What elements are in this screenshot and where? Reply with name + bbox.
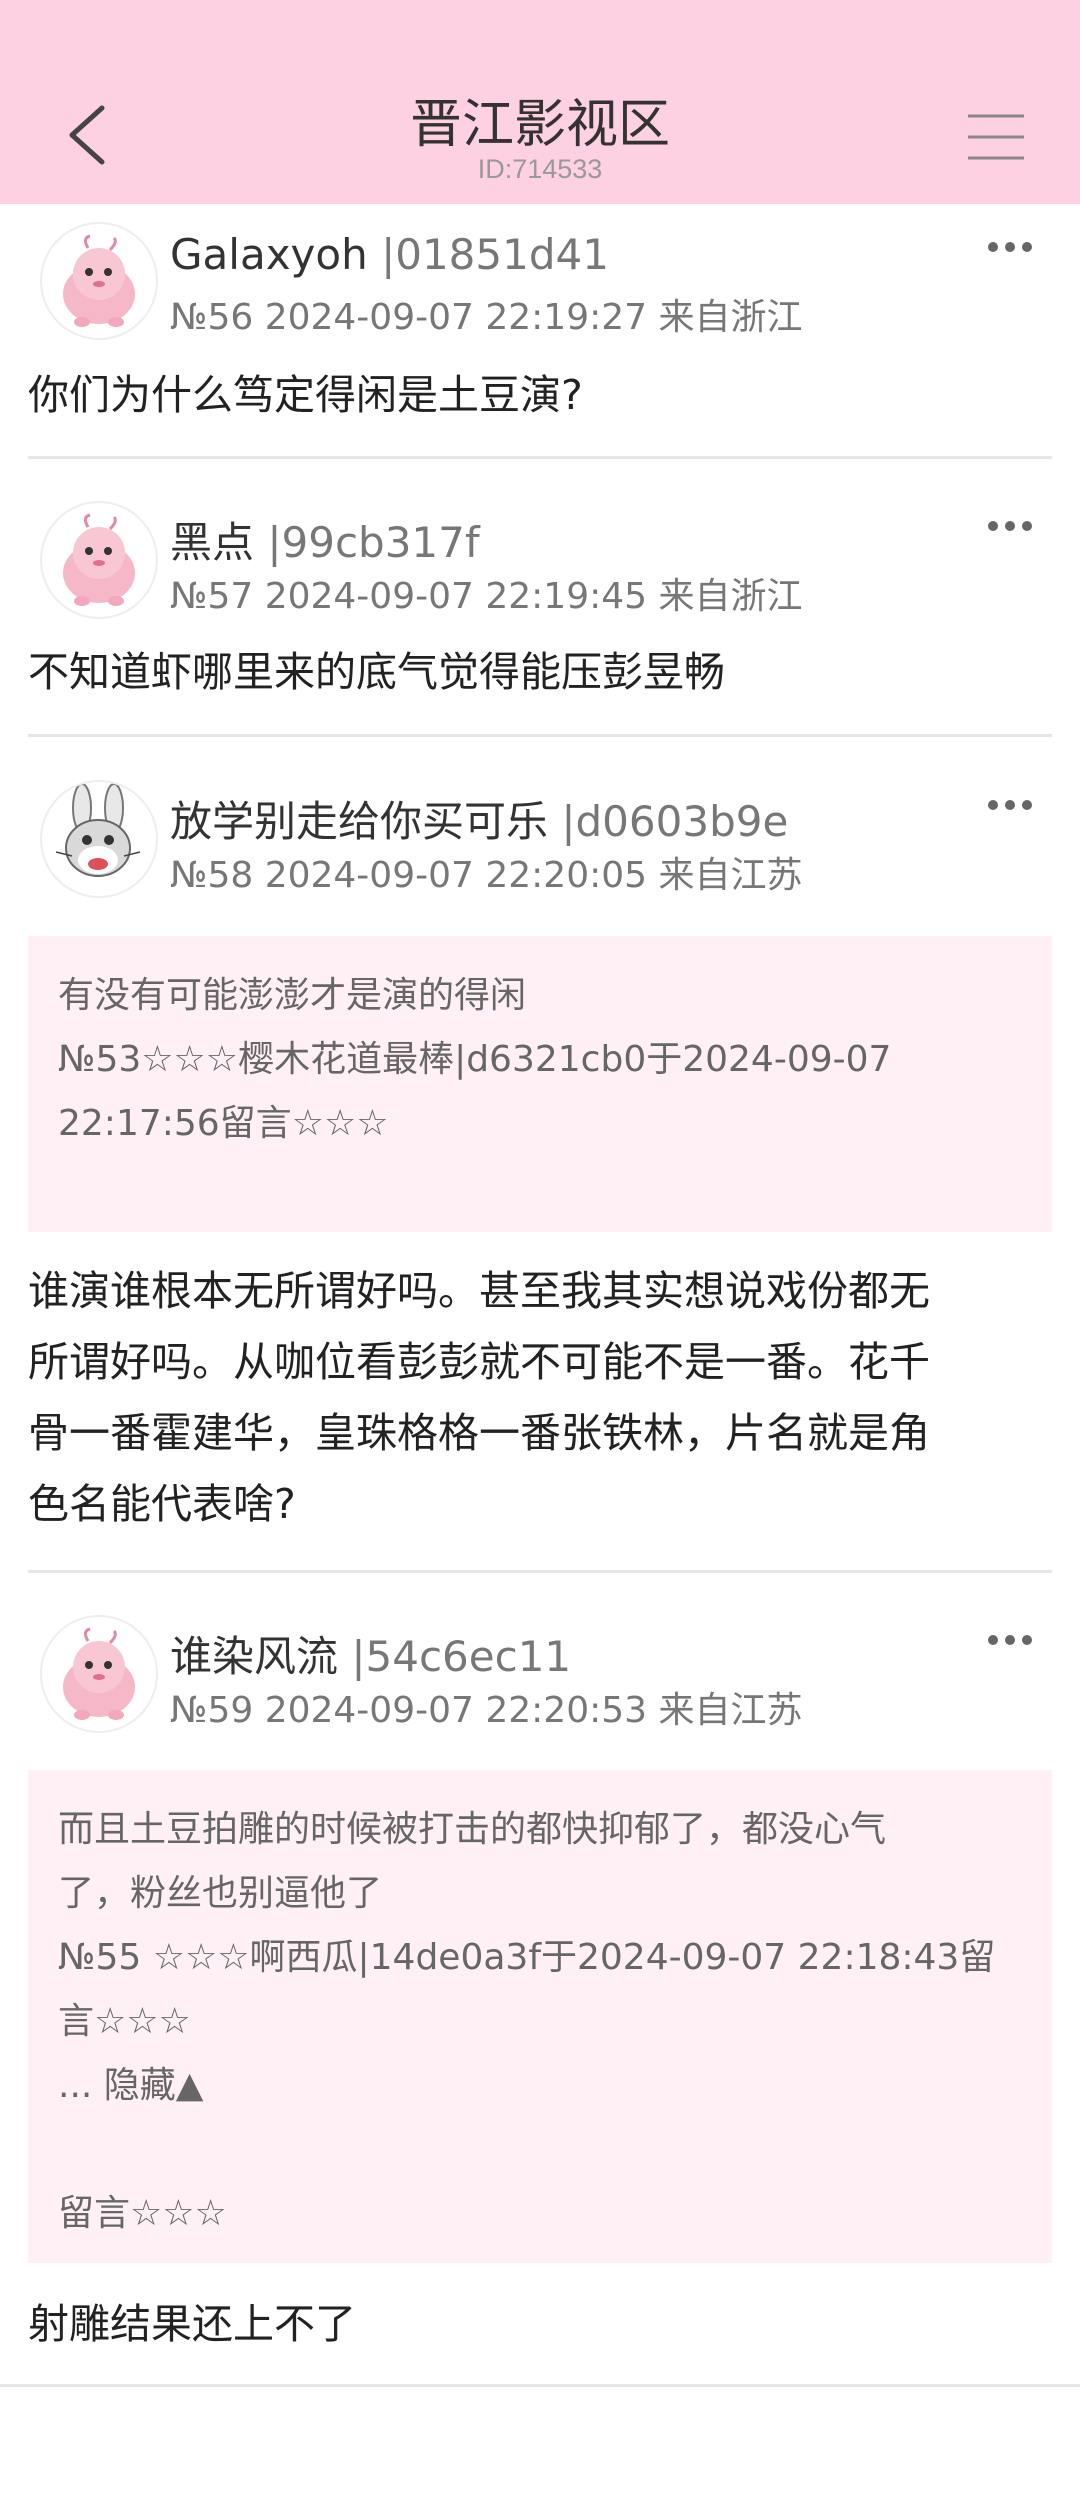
post-meta: №56 2024-09-07 22:19:27 来自浙江	[170, 297, 803, 338]
quote-line: №55 ☆☆☆啊西瓜|14de0a3f于2024-09-07 22:18:43留	[58, 1937, 996, 1978]
content-line: 骨一番霍建华，皇珠格格一番张铁林，片名就是角	[28, 1409, 930, 1457]
quoted-reply: 而且土豆拍雕的时候被打击的都快抑郁了，都没心气 了，粉丝也别逼他了 №55 ☆☆…	[28, 1770, 1052, 2263]
username[interactable]: 放学别走给你买可乐 |d0603b9e	[170, 788, 788, 849]
divider	[28, 456, 1052, 459]
more-options-icon[interactable]	[985, 232, 1035, 262]
post-item: 黑点 |99cb317f №57 2024-09-07 22:19:45 来自浙…	[0, 501, 1080, 731]
quote-line: 言☆☆☆	[58, 2001, 191, 2042]
quote-line: 有没有可能澎澎才是演的得闲	[58, 975, 527, 1016]
quote-line: 留言☆☆☆	[58, 2193, 227, 2234]
user-hash: |d0603b9e	[548, 797, 789, 846]
post-item: Galaxyoh |01851d41 №56 2024-09-07 22:19:…	[0, 222, 1080, 462]
content-line: 谁演谁根本无所谓好吗。甚至我其实想说戏份都无	[28, 1267, 930, 1315]
post-content: 不知道虾哪里来的底气觉得能压彭昱畅	[28, 648, 725, 696]
more-options-icon[interactable]	[985, 511, 1035, 541]
quote-line: 了，粉丝也别逼他了	[58, 1873, 383, 1914]
post-meta: №57 2024-09-07 22:19:45 来自浙江	[170, 576, 803, 617]
post-item: 放学别走给你买可乐 |d0603b9e №58 2024-09-07 22:20…	[0, 780, 1080, 1570]
quote-line: №53☆☆☆樱木花道最棒|d6321cb0于2024-09-07	[58, 1039, 892, 1080]
quote-line	[58, 2118, 1022, 2182]
divider	[0, 2384, 1080, 2387]
top-bar: 晋江影视区 ID:714533	[0, 0, 1080, 204]
user-hash: |54c6ec11	[338, 1632, 572, 1681]
more-options-icon[interactable]	[985, 1625, 1035, 1655]
username-text: Galaxyoh	[170, 230, 368, 279]
user-hash: |99cb317f	[254, 518, 480, 567]
forum-id: ID:714533	[477, 154, 603, 184]
username[interactable]: 谁染风流 |54c6ec11	[170, 1623, 571, 1684]
post-meta: №59 2024-09-07 22:20:53 来自江苏	[170, 1690, 803, 1731]
post-content: 射雕结果还上不了	[28, 2300, 356, 2348]
username-text: 谁染风流	[170, 1632, 339, 1681]
username-text: 放学别走给你买可乐	[170, 797, 549, 846]
bunny-avatar[interactable]	[40, 780, 158, 898]
post-content: 你们为什么笃定得闲是土豆演?	[28, 371, 583, 419]
pink-pig-avatar[interactable]	[40, 1615, 158, 1733]
pink-pig-avatar[interactable]	[40, 222, 158, 340]
divider	[28, 734, 1052, 737]
divider	[28, 1570, 1052, 1573]
quote-line: 而且土豆拍雕的时候被打击的都快抑郁了，都没心气	[58, 1809, 887, 1850]
more-options-icon[interactable]	[985, 790, 1035, 820]
post-content: 谁演谁根本无所谓好吗。甚至我其实想说戏份都无 所谓好吗。从咖位看彭彭就不可能不是…	[28, 1256, 1052, 1540]
pink-pig-avatar[interactable]	[40, 501, 158, 619]
quoted-reply: 有没有可能澎澎才是演的得闲 №53☆☆☆樱木花道最棒|d6321cb0于2024…	[28, 936, 1052, 1232]
hide-toggle[interactable]: ... 隐藏▲	[58, 2054, 1022, 2118]
username-text: 黑点	[170, 518, 255, 567]
username[interactable]: 黑点 |99cb317f	[170, 509, 480, 570]
content-line: 所谓好吗。从咖位看彭彭就不可能不是一番。花千	[28, 1338, 930, 1386]
username[interactable]: Galaxyoh |01851d41	[170, 230, 609, 279]
menu-icon[interactable]	[964, 112, 1028, 162]
user-hash: |01851d41	[367, 230, 609, 279]
quote-line: 22:17:56留言☆☆☆	[58, 1103, 389, 1144]
post-item: 谁染风流 |54c6ec11 №59 2024-09-07 22:20:53 来…	[0, 1615, 1080, 2395]
page-title: 晋江影视区	[409, 95, 670, 155]
content-line: 色名能代表啥?	[28, 1480, 296, 1528]
post-meta: №58 2024-09-07 22:20:05 来自江苏	[170, 855, 803, 896]
